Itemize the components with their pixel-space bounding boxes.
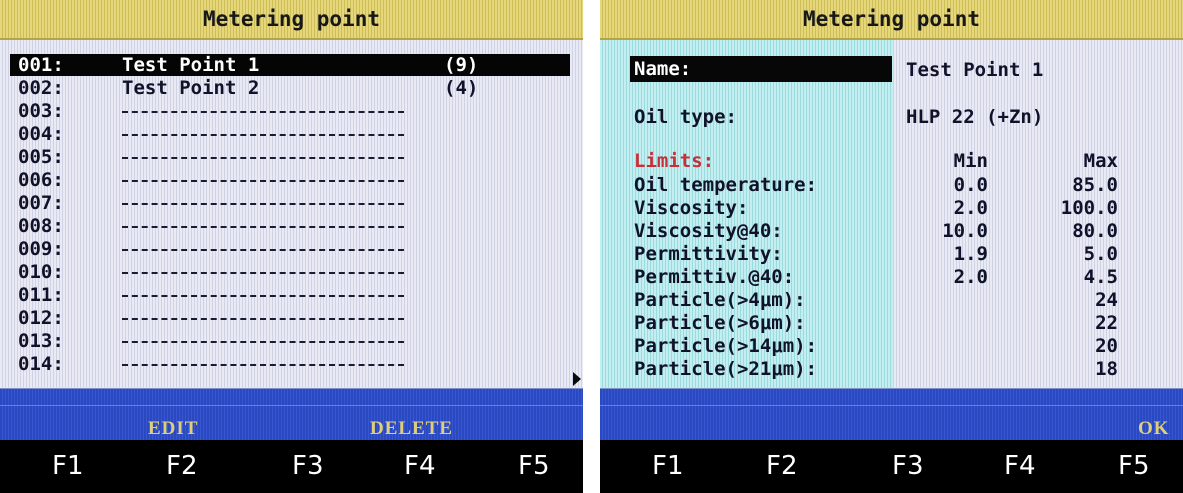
list-item[interactable]: 007: <box>10 192 570 214</box>
f2-key[interactable]: F2 <box>166 440 198 493</box>
f2-key[interactable]: F2 <box>766 440 798 493</box>
param-label: Permittivity: <box>634 243 783 265</box>
edit-softkey[interactable]: EDIT <box>148 418 198 440</box>
f5-key[interactable]: F5 <box>518 440 550 493</box>
f1-key[interactable]: F1 <box>652 440 684 493</box>
list-item-number: 006: <box>18 169 64 191</box>
param-max-value[interactable]: 24 <box>1000 289 1118 311</box>
list-item-count: (9) <box>444 54 479 76</box>
param-label: Particle(>6μm): <box>634 312 806 334</box>
list-item-number: 002: <box>18 77 64 99</box>
empty-slot-placeholder <box>122 318 404 320</box>
ok-softkey[interactable]: OK <box>1138 418 1170 440</box>
list-item[interactable]: 001: Test Point 1 (9) <box>10 54 570 76</box>
name-field-selected[interactable]: Name: <box>630 56 892 82</box>
max-header: Max <box>1083 150 1118 172</box>
param-min-value[interactable]: 2.0 <box>900 197 988 219</box>
list-item-number: 010: <box>18 261 64 283</box>
list-item-number: 004: <box>18 123 64 145</box>
param-min-value[interactable]: 0.0 <box>900 174 988 196</box>
empty-slot-placeholder <box>122 157 404 159</box>
f1-key[interactable]: F1 <box>52 440 84 493</box>
limits-label: Limits: <box>634 150 715 172</box>
list-item-number: 008: <box>18 215 64 237</box>
param-min-value[interactable]: 2.0 <box>900 266 988 288</box>
param-max-value[interactable]: 20 <box>1000 335 1118 357</box>
list-item[interactable]: 005: <box>10 146 570 168</box>
list-item-number: 003: <box>18 100 64 122</box>
function-key-row: F1 F2 F3 F4 F5 <box>0 440 583 493</box>
list-item[interactable]: 008: <box>10 215 570 237</box>
f4-key[interactable]: F4 <box>1004 440 1036 493</box>
list-item[interactable]: 004: <box>10 123 570 145</box>
empty-slot-placeholder <box>122 134 404 136</box>
list-item[interactable]: 014: <box>10 353 570 375</box>
param-label: Viscosity@40: <box>634 220 783 242</box>
empty-slot-placeholder <box>122 226 404 228</box>
param-max-value[interactable]: 5.0 <box>1000 243 1118 265</box>
param-label: Particle(>4μm): <box>634 289 806 311</box>
list-item-name: Test Point 1 <box>122 54 260 76</box>
param-label: Particle(>14μm): <box>634 335 818 357</box>
function-key-row: F1 F2 F3 F4 F5 <box>600 440 1183 493</box>
list-item-number: 001: <box>18 54 64 76</box>
param-label: Oil temperature: <box>634 174 818 196</box>
metering-point-list: 001: Test Point 1 (9) 002: Test Point 2 (4) 00… <box>0 40 583 388</box>
param-max-value[interactable]: 80.0 <box>1000 220 1118 242</box>
f5-key[interactable]: F5 <box>1118 440 1150 493</box>
param-max-value[interactable]: 18 <box>1000 358 1118 380</box>
param-max-value[interactable]: 85.0 <box>1000 174 1118 196</box>
param-label: Permittiv.@40: <box>634 266 795 288</box>
empty-slot-placeholder <box>122 203 404 205</box>
list-item-name: Test Point 2 <box>122 77 260 99</box>
list-item[interactable]: 003: <box>10 100 570 122</box>
list-item-number: 009: <box>18 238 64 260</box>
softkey-bar: EDIT DELETE <box>0 388 583 440</box>
param-max-value[interactable]: 4.5 <box>1000 266 1118 288</box>
empty-slot-placeholder <box>122 111 404 113</box>
delete-softkey[interactable]: DELETE <box>370 418 453 440</box>
f3-key[interactable]: F3 <box>292 440 324 493</box>
list-item-count: (4) <box>444 77 479 99</box>
metering-point-detail-screen: Metering point Name: Test Point 1 Oil ty… <box>600 0 1183 493</box>
empty-slot-placeholder <box>122 272 404 274</box>
param-label: Particle(>21μm): <box>634 358 818 380</box>
oil-type-label: Oil type: <box>634 106 737 128</box>
param-max-value[interactable]: 100.0 <box>1000 197 1118 219</box>
f4-key[interactable]: F4 <box>404 440 436 493</box>
empty-slot-placeholder <box>122 341 404 343</box>
screen-title: Metering point <box>0 0 583 40</box>
scroll-right-arrow-icon <box>573 372 581 386</box>
metering-point-list-screen: Metering point 001: Test Point 1 (9) 002: Te… <box>0 0 583 493</box>
list-item-number: 012: <box>18 307 64 329</box>
param-min-value[interactable]: 1.9 <box>900 243 988 265</box>
softkey-bar: OK <box>600 388 1183 440</box>
list-item-number: 014: <box>18 353 64 375</box>
name-value[interactable]: Test Point 1 <box>906 59 1043 81</box>
f3-key[interactable]: F3 <box>892 440 924 493</box>
list-item-number: 011: <box>18 284 64 306</box>
list-item-number: 007: <box>18 192 64 214</box>
metering-point-details: Name: Test Point 1 Oil type: HLP 22 (+Zn… <box>600 40 1183 388</box>
min-header: Min <box>953 150 988 172</box>
list-item[interactable]: 012: <box>10 307 570 329</box>
list-item[interactable]: 011: <box>10 284 570 306</box>
empty-slot-placeholder <box>122 364 404 366</box>
list-item-number: 013: <box>18 330 64 352</box>
list-item[interactable]: 009: <box>10 238 570 260</box>
list-item[interactable]: 013: <box>10 330 570 352</box>
empty-slot-placeholder <box>122 295 404 297</box>
list-item[interactable]: 006: <box>10 169 570 191</box>
param-min-value[interactable]: 10.0 <box>900 220 988 242</box>
list-item-number: 005: <box>18 146 64 168</box>
oil-type-value[interactable]: HLP 22 (+Zn) <box>906 106 1043 128</box>
screen-title: Metering point <box>600 0 1183 40</box>
empty-slot-placeholder <box>122 180 404 182</box>
empty-slot-placeholder <box>122 249 404 251</box>
param-label: Viscosity: <box>634 197 749 219</box>
list-item[interactable]: 002: Test Point 2 (4) <box>10 77 570 99</box>
param-max-value[interactable]: 22 <box>1000 312 1118 334</box>
list-item[interactable]: 010: <box>10 261 570 283</box>
